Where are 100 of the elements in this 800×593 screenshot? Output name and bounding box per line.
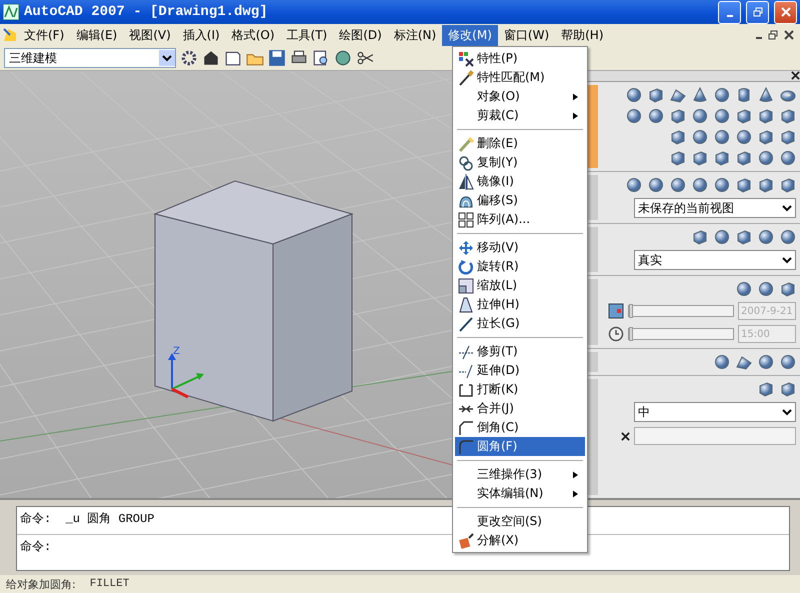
sphere-icon[interactable] <box>758 229 774 245</box>
menu-item[interactable]: 圆角(F) <box>455 437 585 456</box>
sphere-icon[interactable] <box>670 177 686 193</box>
box-icon[interactable] <box>780 108 796 124</box>
box-icon[interactable] <box>736 177 752 193</box>
menu-item[interactable]: 镜像(I) <box>455 172 585 191</box>
minimize-button[interactable] <box>718 0 741 24</box>
sphere-icon[interactable] <box>692 108 708 124</box>
menu-bar-item[interactable]: 标注(N) <box>388 24 442 46</box>
menu-bar-item[interactable]: 文件(F) <box>18 24 70 46</box>
box-icon[interactable] <box>670 108 686 124</box>
menu-item[interactable]: 合并(J) <box>455 399 585 418</box>
restore-icon[interactable] <box>768 30 778 40</box>
scissors-icon[interactable] <box>356 49 374 67</box>
house-icon[interactable] <box>202 49 220 67</box>
menu-bar-item[interactable]: 窗口(W) <box>498 24 556 46</box>
menu-bar-item[interactable]: 插入(I) <box>176 24 226 46</box>
menu-item[interactable]: 延伸(D) <box>455 361 585 380</box>
box-icon[interactable] <box>736 229 752 245</box>
box-icon[interactable] <box>692 229 708 245</box>
sphere-icon[interactable] <box>736 281 752 297</box>
wedge-icon[interactable] <box>670 87 686 103</box>
menu-item[interactable]: 拉伸(H) <box>455 295 585 314</box>
render-quality-dropdown[interactable]: 中 <box>634 402 796 422</box>
box-icon[interactable] <box>780 281 796 297</box>
menu-item[interactable]: 阵列(A)... <box>455 210 585 229</box>
sphere-icon[interactable] <box>714 87 730 103</box>
menu-item[interactable]: 打断(K) <box>455 380 585 399</box>
menu-bar-item[interactable]: 修改(M) <box>442 24 498 46</box>
sphere-icon[interactable] <box>648 108 664 124</box>
workspace-dropdown[interactable]: 三维建模 <box>4 48 176 68</box>
menu-item[interactable]: 偏移(S) <box>455 191 585 210</box>
sphere-icon[interactable] <box>758 150 774 166</box>
menu-item[interactable]: 缩放(L) <box>455 276 585 295</box>
menu-bar-item[interactable]: 帮助(H) <box>555 24 610 46</box>
box-icon[interactable] <box>780 381 796 397</box>
menu-bar-item[interactable]: 视图(V) <box>123 24 177 46</box>
preview-icon[interactable] <box>312 49 330 67</box>
sphere-icon[interactable] <box>714 354 730 370</box>
sphere-icon[interactable] <box>692 177 708 193</box>
view-dropdown[interactable]: 未保存的当前视图 <box>634 198 796 218</box>
menu-item[interactable]: 倒角(C) <box>455 418 585 437</box>
close-button[interactable] <box>774 0 797 24</box>
sphere-icon[interactable] <box>648 177 664 193</box>
sphere-icon[interactable] <box>714 229 730 245</box>
box-icon[interactable] <box>780 177 796 193</box>
menu-bar-item[interactable]: 编辑(E) <box>70 24 124 46</box>
menu-item[interactable]: 三维操作(3) <box>455 465 585 484</box>
menu-item[interactable]: 更改空间(S) <box>455 512 585 531</box>
menu-item[interactable]: 剪裁(C) <box>455 106 585 125</box>
box-icon[interactable] <box>780 129 796 145</box>
cone-icon[interactable] <box>758 87 774 103</box>
menu-bar-item[interactable]: 工具(T) <box>280 24 334 46</box>
box-icon[interactable] <box>758 129 774 145</box>
menu-item[interactable]: 旋转(R) <box>455 257 585 276</box>
sphere-icon[interactable] <box>626 177 642 193</box>
sphere-icon[interactable] <box>758 281 774 297</box>
menu-item[interactable]: 特性(P) <box>455 49 585 68</box>
globe-icon[interactable] <box>334 49 352 67</box>
box-icon[interactable] <box>736 108 752 124</box>
menu-item[interactable]: 分解(X) <box>455 531 585 550</box>
close-icon[interactable] <box>791 71 800 80</box>
menu-item[interactable]: 实体编辑(N) <box>455 484 585 503</box>
box-icon[interactable] <box>692 150 708 166</box>
restore-button[interactable] <box>746 0 769 24</box>
slider-thumb[interactable] <box>629 304 633 318</box>
menu-bar-item[interactable]: 格式(O) <box>226 24 281 46</box>
close-icon[interactable] <box>784 30 794 40</box>
menu-bar-item[interactable]: 绘图(D) <box>333 24 388 46</box>
menu-item[interactable]: 特性匹配(M) <box>455 68 585 87</box>
menu-item[interactable]: 删除(E) <box>455 134 585 153</box>
box-icon[interactable] <box>670 150 686 166</box>
cone-icon[interactable] <box>692 87 708 103</box>
box-icon[interactable] <box>736 150 752 166</box>
sphere-icon[interactable] <box>714 129 730 145</box>
box-icon[interactable] <box>714 150 730 166</box>
box-icon[interactable] <box>648 87 664 103</box>
sphere-icon[interactable] <box>780 229 796 245</box>
box-icon[interactable] <box>758 381 774 397</box>
sphere-icon[interactable] <box>736 129 752 145</box>
visual-style-dropdown[interactable]: 真实 <box>634 250 796 270</box>
menu-item[interactable]: 拉长(G) <box>455 314 585 333</box>
wedge-icon[interactable] <box>736 354 752 370</box>
close-icon[interactable] <box>621 432 630 440</box>
slider-thumb[interactable] <box>629 327 633 341</box>
sphere-icon[interactable] <box>780 150 796 166</box>
box-icon[interactable] <box>758 177 774 193</box>
save-icon[interactable] <box>268 49 286 67</box>
sphere-icon[interactable] <box>692 129 708 145</box>
date-slider[interactable] <box>628 305 734 317</box>
box-icon[interactable] <box>670 129 686 145</box>
new-file-icon[interactable] <box>224 49 242 67</box>
box-icon[interactable] <box>758 108 774 124</box>
input-field[interactable] <box>634 427 796 445</box>
gear-icon[interactable] <box>180 49 198 67</box>
sphere-icon[interactable] <box>714 177 730 193</box>
menu-item[interactable]: 复制(Y) <box>455 153 585 172</box>
sphere-icon[interactable] <box>626 108 642 124</box>
menu-item[interactable]: 修剪(T) <box>455 342 585 361</box>
cylinder-icon[interactable] <box>736 87 752 103</box>
